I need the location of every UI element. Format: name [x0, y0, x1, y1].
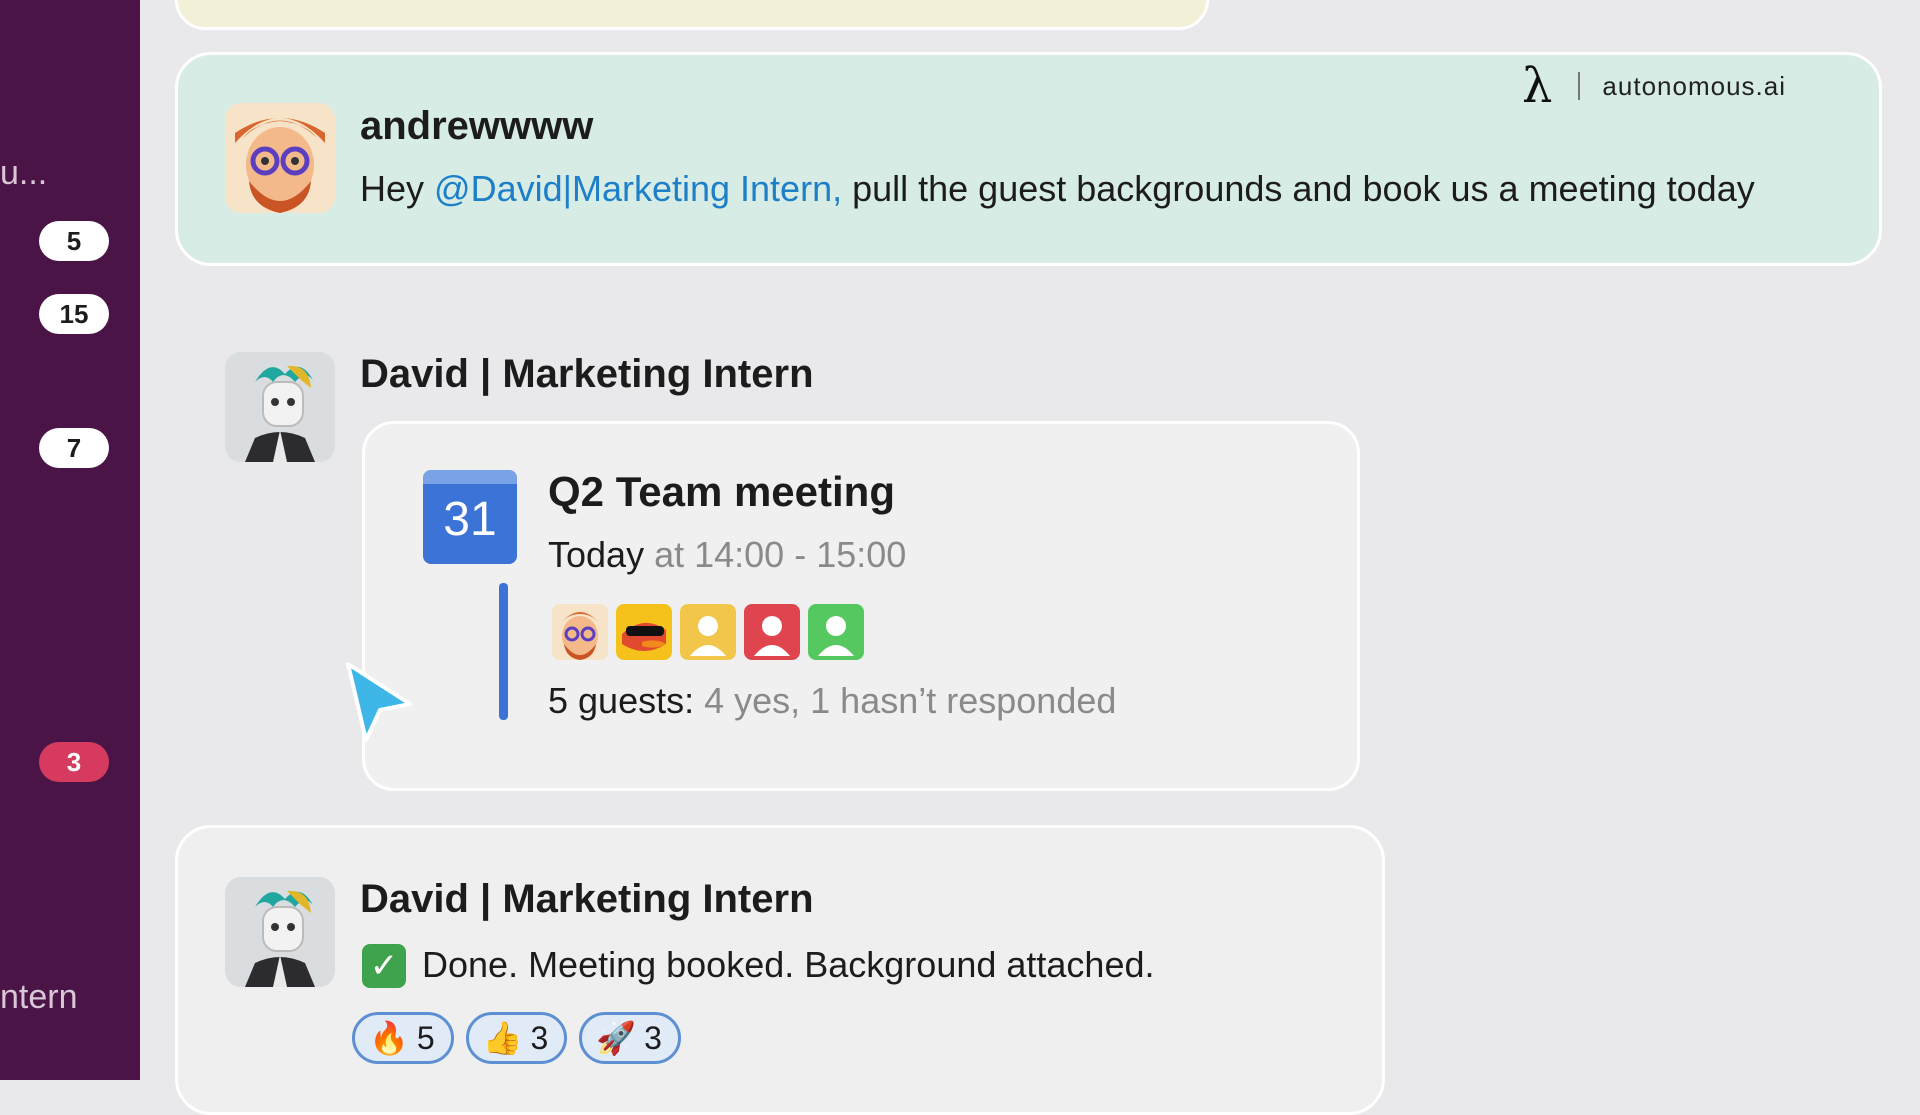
message-text: Hey @David|Marketing Intern, pull the gu… [360, 168, 1755, 210]
reaction-fire[interactable]: 🔥 5 [352, 1012, 454, 1064]
user-mention-link[interactable]: @David|Marketing Intern, [434, 168, 842, 209]
event-title[interactable]: Q2 Team meeting [548, 468, 895, 516]
calendar-icon: 31 [423, 470, 517, 564]
message-author[interactable]: David | Marketing Intern [360, 877, 814, 922]
unread-badge[interactable]: 15 [39, 294, 109, 334]
reaction-count: 5 [416, 1019, 435, 1056]
guest-avatar[interactable] [680, 604, 736, 660]
avatar[interactable] [225, 877, 335, 987]
sidebar-item-label[interactable]: ntern [0, 978, 78, 1017]
fire-emoji-icon: 🔥 [369, 1020, 409, 1056]
calendar-icon-header [423, 470, 517, 484]
event-accent-bar [499, 583, 508, 720]
message-text-prefix: Hey [360, 168, 435, 209]
lambda-logo-icon: λ [1522, 58, 1553, 114]
unread-badge[interactable]: 5 [39, 221, 109, 261]
reaction-rocket[interactable]: 🚀 3 [579, 1012, 681, 1064]
checkmark-icon: ✓ [362, 944, 406, 988]
message-author[interactable]: andrewwww [360, 104, 593, 149]
reactions: 🔥 5 👍 3 🚀 3 [352, 1012, 681, 1064]
brand-watermark: λ autonomous.ai [1522, 58, 1786, 114]
avatar[interactable] [225, 352, 335, 462]
avatar[interactable] [225, 103, 335, 213]
calendar-day-number: 31 [443, 493, 497, 546]
event-day: Today [548, 534, 645, 575]
sidebar-item-label[interactable]: u... [0, 154, 47, 193]
brand-name: autonomous.ai [1602, 70, 1786, 101]
sidebar: u... 5 15 7 3 ntern [0, 0, 140, 1080]
message-text: Done. Meeting booked. Background attache… [422, 944, 1155, 985]
reaction-count: 3 [530, 1019, 549, 1056]
guest-avatar[interactable] [552, 604, 608, 660]
event-time: Today at 14:00 - 15:00 [548, 534, 906, 576]
previous-message-card [175, 0, 1209, 30]
guest-count: 5 guests: [548, 680, 695, 721]
event-time-range: at 14:00 - 15:00 [654, 534, 907, 575]
thumbs-up-emoji-icon: 👍 [482, 1020, 523, 1056]
reaction-thumbs-up[interactable]: 👍 3 [465, 1012, 568, 1064]
message-text-suffix: pull the guest backgrounds and book us a… [842, 168, 1755, 209]
guest-avatars [552, 604, 864, 660]
reaction-count: 3 [644, 1019, 662, 1056]
guest-avatar[interactable] [808, 604, 864, 660]
message-author[interactable]: David | Marketing Intern [360, 352, 814, 397]
rocket-emoji-icon: 🚀 [596, 1020, 637, 1056]
mention-badge[interactable]: 3 [39, 742, 109, 782]
guest-avatar[interactable] [616, 604, 672, 660]
guest-rsvp-status: 4 yes, 1 hasn’t responded [704, 680, 1117, 721]
guest-summary: 5 guests: 4 yes, 1 hasn’t responded [548, 680, 1116, 722]
divider [1578, 72, 1581, 100]
unread-badge[interactable]: 7 [39, 428, 109, 468]
guest-avatar[interactable] [744, 604, 800, 660]
pointer-cursor-icon [346, 662, 412, 742]
